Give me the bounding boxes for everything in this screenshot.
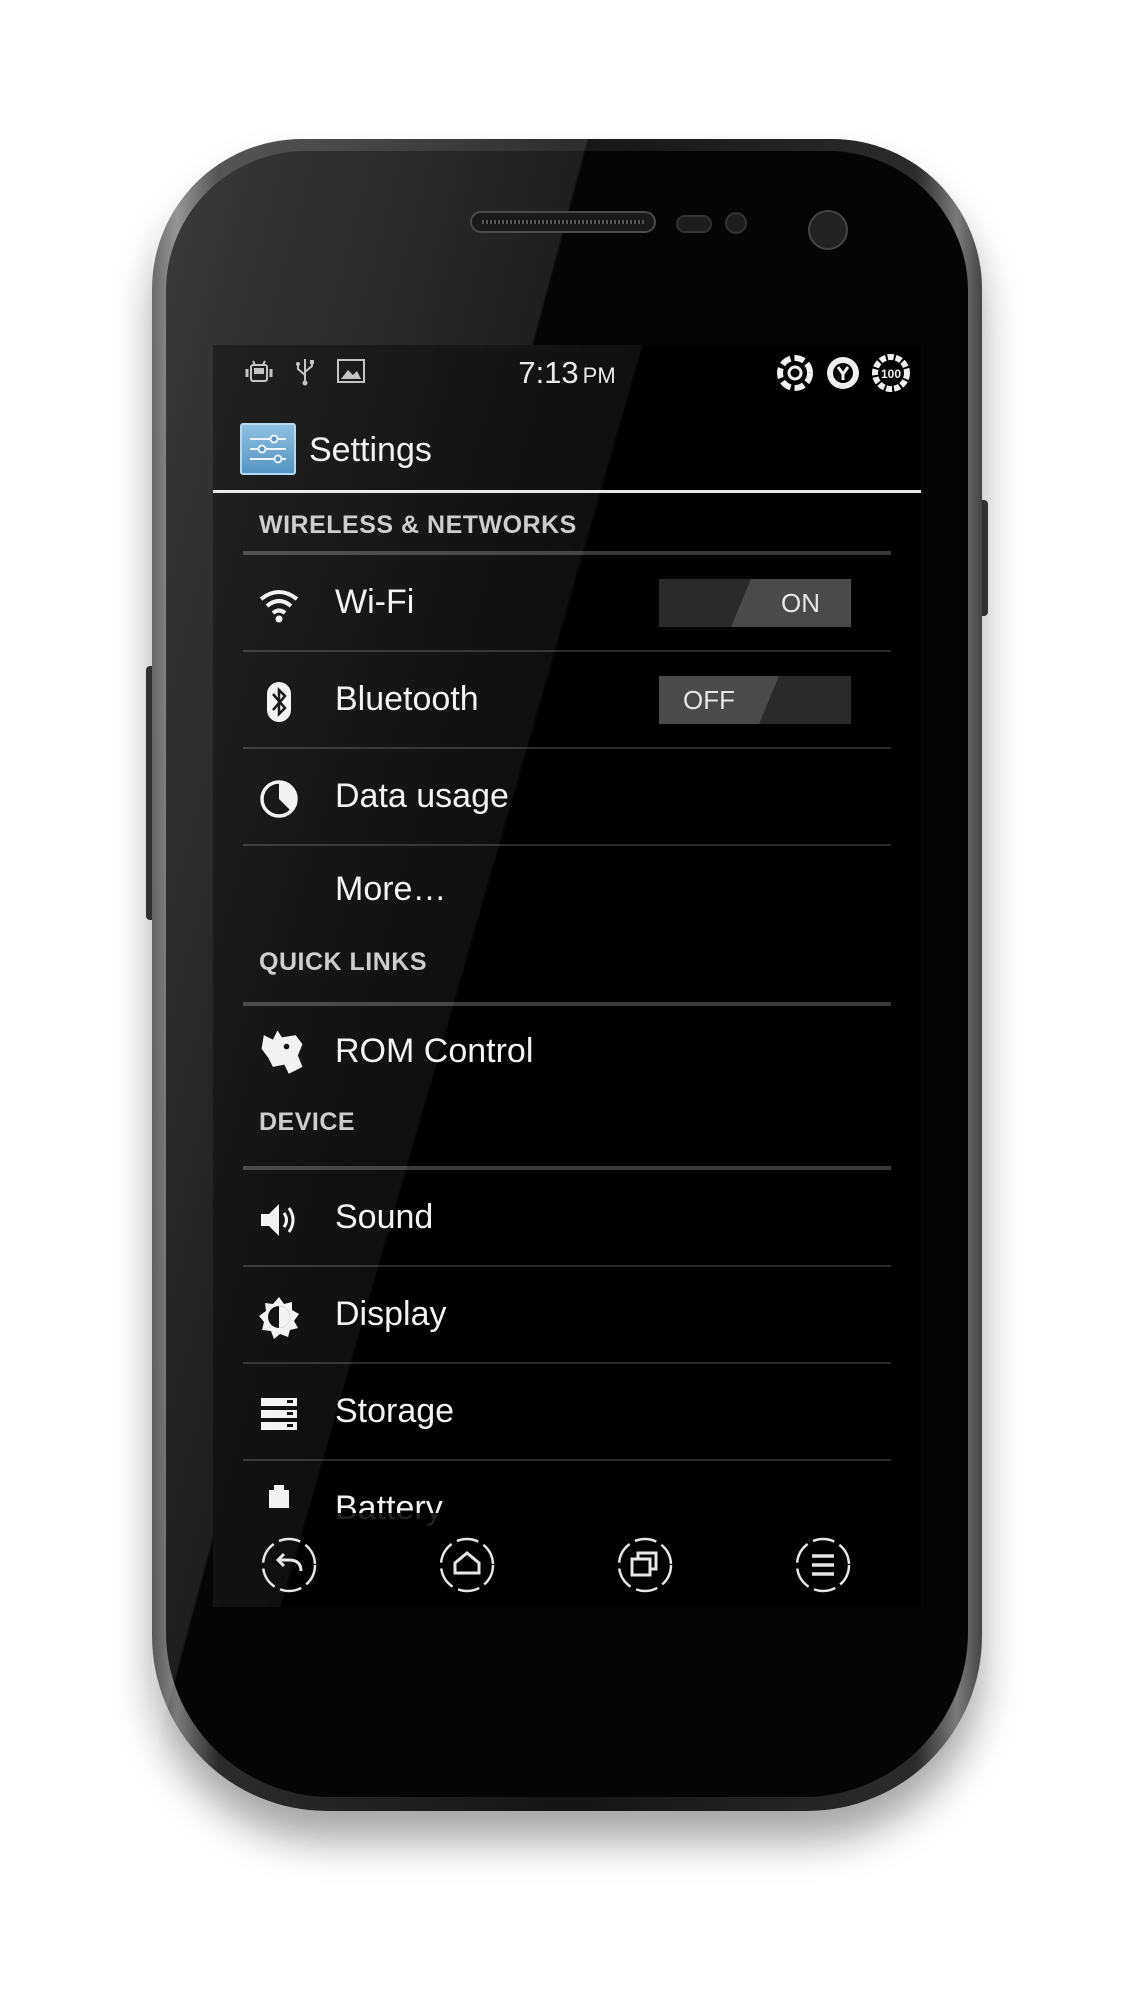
settings-list: WIRELESS & NETWORKS Wi-Fi ON Bluetooth O… <box>243 493 891 1558</box>
sound-icon <box>261 1204 295 1236</box>
sound-label: Sound <box>335 1198 434 1236</box>
battery-level-text: 100 <box>881 367 901 381</box>
page-title: Settings <box>309 431 432 469</box>
storage-label: Storage <box>335 1392 455 1430</box>
clock-ampm: PM <box>582 363 616 388</box>
list-item-wifi[interactable]: Wi-Fi ON <box>243 555 891 652</box>
alarm-ring-icon <box>827 357 859 389</box>
light-sensor <box>725 212 747 234</box>
wifi-icon <box>259 590 299 623</box>
list-item-sound[interactable]: Sound <box>243 1170 891 1267</box>
sliders-glyph-icon <box>250 434 286 464</box>
clock-time: 7:13 <box>518 355 579 390</box>
bluetooth-toggle[interactable]: OFF <box>659 676 851 724</box>
wifi-toggle[interactable]: ON <box>659 579 851 627</box>
list-item-display[interactable]: Display <box>243 1267 891 1364</box>
display-label: Display <box>335 1295 447 1333</box>
earpiece-speaker <box>470 211 656 233</box>
back-icon[interactable] <box>259 1535 319 1595</box>
section-header-wireless: WIRELESS & NETWORKS <box>243 493 891 555</box>
section-header-quick-links: QUICK LINKS <box>243 938 891 1006</box>
screen: 7:13 PM 100 Settings WIRELESS & NETWORKS… <box>213 345 921 1607</box>
data-usage-icon <box>260 780 298 818</box>
battery-ring-icon: 100 <box>872 354 910 392</box>
rom-control-label: ROM Control <box>335 1032 534 1070</box>
menu-icon[interactable] <box>793 1535 853 1595</box>
recents-icon[interactable] <box>615 1535 675 1595</box>
wifi-toggle-state: ON <box>731 579 851 627</box>
bluetooth-icon <box>267 682 291 722</box>
status-bar: 7:13 PM 100 <box>213 345 921 399</box>
sync-ring-icon <box>777 355 813 391</box>
wifi-label: Wi-Fi <box>335 583 415 621</box>
storage-icon <box>261 1398 297 1430</box>
more-label: More… <box>335 870 447 908</box>
home-icon[interactable] <box>437 1535 497 1595</box>
action-bar: Settings <box>213 409 921 493</box>
settings-sliders-icon[interactable] <box>240 423 296 475</box>
list-item-data-usage[interactable]: Data usage <box>243 749 891 846</box>
list-item-more[interactable]: More… <box>243 846 891 938</box>
rom-control-icon <box>261 1030 303 1074</box>
bluetooth-label: Bluetooth <box>335 680 479 718</box>
navigation-bar <box>213 1513 921 1607</box>
bluetooth-toggle-state: OFF <box>659 676 779 724</box>
data-usage-label: Data usage <box>335 777 509 815</box>
section-header-device: DEVICE <box>243 1098 891 1170</box>
display-brightness-icon <box>259 1297 299 1339</box>
proximity-sensor <box>676 215 712 233</box>
list-item-rom-control[interactable]: ROM Control <box>243 1006 891 1098</box>
front-camera <box>808 210 848 250</box>
list-item-storage[interactable]: Storage <box>243 1364 891 1461</box>
list-item-bluetooth[interactable]: Bluetooth OFF <box>243 652 891 749</box>
